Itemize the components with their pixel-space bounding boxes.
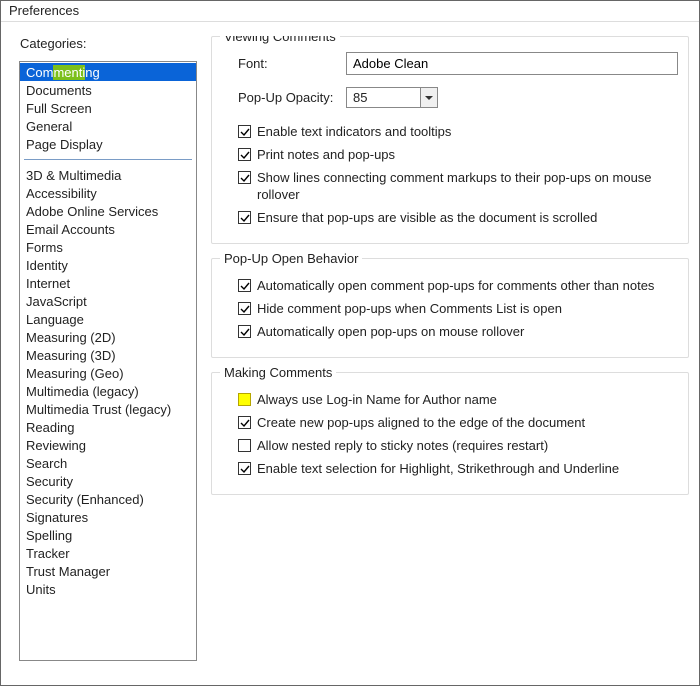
category-email-accounts[interactable]: Email Accounts [20,220,196,238]
sidebar: Categories: Commenting Documents Full Sc… [19,36,197,675]
auto-open-comment-row: Automatically open comment pop-ups for c… [226,274,678,297]
hide-popups-label: Hide comment pop-ups when Comments List … [257,300,562,317]
enable-text-selection-row: Enable text selection for Highlight, Str… [226,457,678,480]
category-full-screen[interactable]: Full Screen [20,99,196,117]
category-divider [24,159,192,160]
always-login-name-row: Always use Log-in Name for Author name [226,388,678,411]
category-reading[interactable]: Reading [20,418,196,436]
category-signatures[interactable]: Signatures [20,508,196,526]
viewing-comments-title: Viewing Comments [220,36,340,44]
category-multimedia-trust-legacy[interactable]: Multimedia Trust (legacy) [20,400,196,418]
category-trust-manager[interactable]: Trust Manager [20,562,196,580]
category-measuring-geo[interactable]: Measuring (Geo) [20,364,196,382]
font-input[interactable] [346,52,678,75]
category-tracker[interactable]: Tracker [20,544,196,562]
preferences-window: Preferences Categories: Commenting Docum… [0,0,700,686]
hide-popups-row: Hide comment pop-ups when Comments List … [226,297,678,320]
nested-reply-label: Allow nested reply to sticky notes (requ… [257,437,548,454]
category-reviewing[interactable]: Reviewing [20,436,196,454]
create-aligned-row: Create new pop-ups aligned to the edge o… [226,411,678,434]
auto-open-rollover-checkbox[interactable] [238,325,251,338]
viewing-comments-group: Viewing Comments Font: Pop-Up Opacity: 8… [211,36,689,244]
category-search[interactable]: Search [20,454,196,472]
sel-highlight: menti [53,65,85,80]
ensure-visible-label: Ensure that pop-ups are visible as the d… [257,209,597,226]
category-documents[interactable]: Documents [20,81,196,99]
window-title: Preferences [1,1,699,22]
category-forms[interactable]: Forms [20,238,196,256]
category-3d-multimedia[interactable]: 3D & Multimedia [20,166,196,184]
font-row: Font: [226,52,678,75]
enable-text-indicators-label: Enable text indicators and tooltips [257,123,451,140]
category-multimedia-legacy[interactable]: Multimedia (legacy) [20,382,196,400]
opacity-label: Pop-Up Opacity: [238,90,346,105]
popup-open-behavior-group: Pop-Up Open Behavior Automatically open … [211,258,689,358]
category-page-display[interactable]: Page Display [20,135,196,153]
show-lines-row: Show lines connecting comment markups to… [226,166,678,206]
show-lines-checkbox[interactable] [238,171,251,184]
enable-text-selection-label: Enable text selection for Highlight, Str… [257,460,619,477]
hide-popups-checkbox[interactable] [238,302,251,315]
auto-open-rollover-row: Automatically open pop-ups on mouse roll… [226,320,678,343]
popup-open-behavior-title: Pop-Up Open Behavior [220,251,362,266]
category-units[interactable]: Units [20,580,196,598]
category-javascript[interactable]: JavaScript [20,292,196,310]
category-measuring-2d[interactable]: Measuring (2D) [20,328,196,346]
always-login-name-label: Always use Log-in Name for Author name [257,391,497,408]
category-accessibility[interactable]: Accessibility [20,184,196,202]
category-security[interactable]: Security [20,472,196,490]
opacity-select[interactable]: 85 [346,87,438,108]
categories-listbox[interactable]: Commenting Documents Full Screen General… [19,61,197,661]
sel-pre: Com [26,65,53,80]
ensure-visible-row: Ensure that pop-ups are visible as the d… [226,206,678,229]
category-measuring-3d[interactable]: Measuring (3D) [20,346,196,364]
settings-panel: Viewing Comments Font: Pop-Up Opacity: 8… [197,36,689,675]
enable-text-indicators-row: Enable text indicators and tooltips [226,120,678,143]
create-aligned-label: Create new pop-ups aligned to the edge o… [257,414,585,431]
create-aligned-checkbox[interactable] [238,416,251,429]
always-login-name-checkbox[interactable] [238,393,251,406]
chevron-down-icon [425,96,433,100]
enable-text-indicators-checkbox[interactable] [238,125,251,138]
nested-reply-row: Allow nested reply to sticky notes (requ… [226,434,678,457]
category-security-enhanced[interactable]: Security (Enhanced) [20,490,196,508]
categories-label: Categories: [20,36,197,51]
enable-text-selection-checkbox[interactable] [238,462,251,475]
making-comments-title: Making Comments [220,365,336,380]
category-general[interactable]: General [20,117,196,135]
opacity-row: Pop-Up Opacity: 85 [226,87,678,108]
window-body: Categories: Commenting Documents Full Sc… [1,22,699,685]
category-adobe-online-services[interactable]: Adobe Online Services [20,202,196,220]
show-lines-label: Show lines connecting comment markups to… [257,169,678,203]
sel-post: ng [85,65,99,80]
auto-open-comment-label: Automatically open comment pop-ups for c… [257,277,654,294]
auto-open-comment-checkbox[interactable] [238,279,251,292]
category-commenting[interactable]: Commenting [20,63,196,81]
opacity-dropdown-button[interactable] [420,88,437,107]
opacity-value: 85 [347,88,420,107]
auto-open-rollover-label: Automatically open pop-ups on mouse roll… [257,323,524,340]
nested-reply-checkbox[interactable] [238,439,251,452]
category-language[interactable]: Language [20,310,196,328]
print-notes-row: Print notes and pop-ups [226,143,678,166]
category-spelling[interactable]: Spelling [20,526,196,544]
category-identity[interactable]: Identity [20,256,196,274]
print-notes-label: Print notes and pop-ups [257,146,395,163]
print-notes-checkbox[interactable] [238,148,251,161]
making-comments-group: Making Comments Always use Log-in Name f… [211,372,689,495]
font-label: Font: [238,56,346,71]
category-internet[interactable]: Internet [20,274,196,292]
ensure-visible-checkbox[interactable] [238,211,251,224]
